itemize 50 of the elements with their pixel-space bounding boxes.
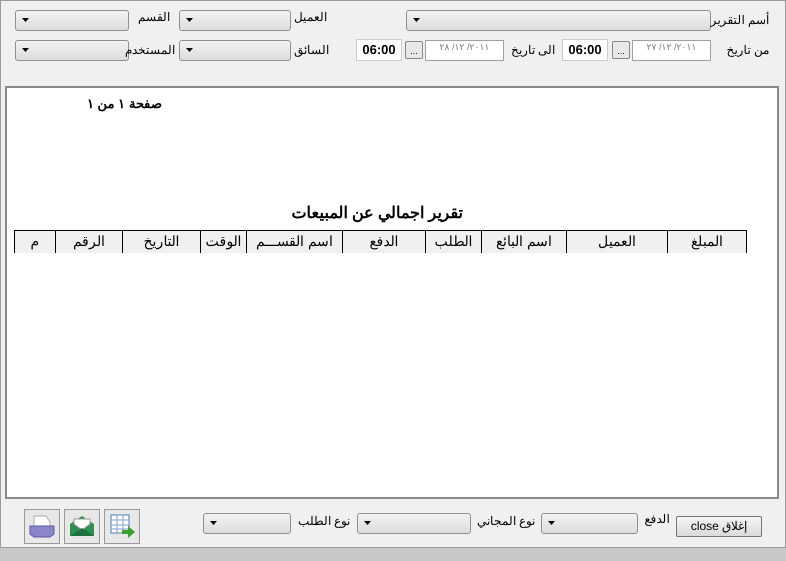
dropdown[interactable] (541, 512, 638, 534)
email-button[interactable] (64, 508, 100, 544)
column-header: العميل (566, 230, 667, 252)
field-label: من تاريخ (726, 42, 769, 59)
column-header: التاريخ (122, 230, 200, 252)
column-header: الطلب (425, 230, 481, 252)
caret-icon (186, 18, 193, 22)
column-header: الرقم (55, 230, 122, 252)
field-label: السائق (294, 42, 329, 59)
caret-icon (186, 48, 193, 52)
field-label: المستخدم (125, 42, 175, 59)
column-header: المبلغ (667, 230, 746, 252)
spreadsheet-export-icon (108, 513, 136, 539)
column-header: م (14, 230, 55, 252)
envelope-icon (68, 514, 96, 538)
caret-icon (364, 521, 371, 525)
field-label: أسم التقرير (710, 11, 769, 29)
caret-icon (22, 18, 29, 22)
dropdown[interactable] (203, 512, 291, 534)
caret-icon (22, 48, 29, 52)
field-label: القسم (138, 9, 170, 26)
field-label: الدفع (644, 511, 670, 528)
page-info: صفحة ١ من ١ (87, 95, 162, 114)
dropdown[interactable] (15, 10, 129, 30)
time-field[interactable]: 06:00 (562, 39, 608, 61)
time-field[interactable]: 06:00 (356, 39, 402, 61)
date-field[interactable]: ٢٠١١/ ١٢/ ٢٨ (425, 40, 504, 60)
printer-icon (28, 514, 56, 538)
date-picker-button[interactable]: ... (612, 41, 630, 59)
export-button[interactable] (104, 508, 140, 544)
column-header: الدفع (342, 230, 425, 252)
field-label: نوع الطلب (298, 513, 350, 530)
close-button[interactable]: إغلاق close (676, 516, 762, 536)
date-field[interactable]: ٢٠١١/ ١٢/ ٢٧ (632, 40, 711, 60)
dropdown[interactable] (179, 10, 291, 30)
field-label: الى تاريخ (510, 42, 556, 59)
field-label: نوع المجاني (476, 513, 536, 530)
report-title: تقرير اجمالي عن المبيعات (291, 204, 463, 224)
dropdown[interactable] (179, 40, 291, 60)
caret-icon (413, 18, 420, 22)
print-button[interactable] (24, 508, 60, 544)
dropdown[interactable] (357, 512, 471, 534)
field-label: العميل (294, 9, 327, 26)
column-header: اسم البائع (481, 230, 566, 252)
caret-icon (548, 521, 555, 525)
dropdown[interactable] (406, 10, 711, 30)
column-header: اسم القســـم (246, 230, 342, 252)
caret-icon (210, 521, 217, 525)
date-picker-button[interactable]: ... (405, 41, 423, 59)
column-header: الوقت (200, 230, 246, 252)
